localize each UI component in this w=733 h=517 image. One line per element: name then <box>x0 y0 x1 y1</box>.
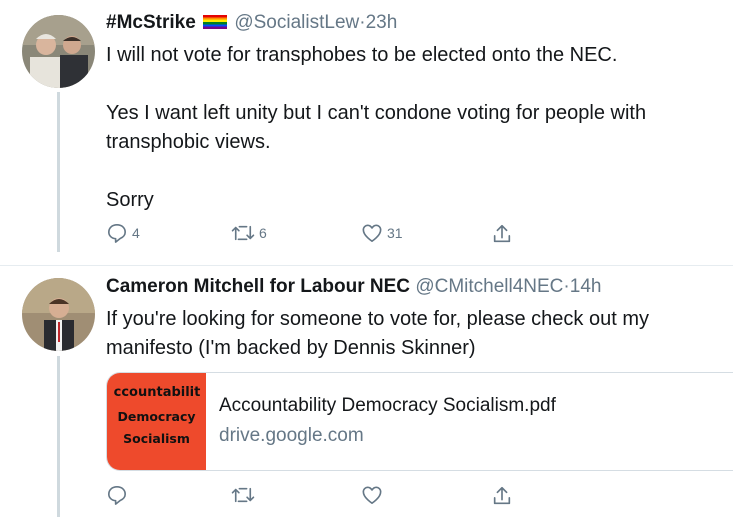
display-name[interactable]: #McStrike <box>106 12 196 33</box>
like-icon <box>362 224 382 242</box>
handle[interactable]: @CMitchell4NEC <box>415 276 563 297</box>
tweet-text: If you're looking for someone to vote fo… <box>106 308 649 359</box>
card-thumbnail: ccountabilit Democracy Socialism <box>107 373 206 470</box>
rainbow-flag-icon <box>203 15 228 29</box>
tweet-actions: 4 6 31 <box>106 223 526 247</box>
card-domain: drive.google.com <box>219 425 364 446</box>
avatar-mcstrike[interactable] <box>22 15 95 88</box>
thread-line <box>57 356 60 517</box>
avatar-cmitchell[interactable] <box>22 278 95 351</box>
share-button[interactable] <box>491 223 513 245</box>
reply-button[interactable] <box>106 485 128 505</box>
link-card[interactable]: ccountabilit Democracy Socialism Account… <box>106 372 733 471</box>
like-button[interactable]: 31 <box>361 223 403 243</box>
display-name[interactable]: Cameron Mitchell for Labour NEC <box>106 276 410 297</box>
thumb-text-line: Democracy <box>117 409 196 424</box>
like-count: 31 <box>387 225 403 241</box>
card-title: Accountability Democracy Socialism.pdf <box>219 395 556 416</box>
tweet-header: #McStrike @SocialistLew·23h <box>106 12 397 34</box>
tweet-divider <box>0 265 733 266</box>
thumb-text-line: ccountabilit <box>113 385 201 400</box>
retweet-count: 6 <box>259 225 267 241</box>
retweet-icon <box>231 225 255 241</box>
thread-line <box>57 92 60 252</box>
share-button[interactable] <box>491 485 513 507</box>
tweet-actions <box>106 485 526 509</box>
reply-icon <box>108 486 126 505</box>
retweet-icon <box>231 487 255 503</box>
share-icon <box>493 224 511 243</box>
timestamp[interactable]: 23h <box>366 12 398 33</box>
retweet-button[interactable]: 6 <box>231 223 267 243</box>
share-icon <box>493 486 511 505</box>
timestamp[interactable]: 14h <box>570 276 602 297</box>
reply-count: 4 <box>132 225 140 241</box>
like-button[interactable] <box>361 485 383 505</box>
reply-button[interactable]: 4 <box>106 223 140 243</box>
reply-icon <box>108 224 126 243</box>
tweet-header: Cameron Mitchell for Labour NEC @CMitche… <box>106 276 601 298</box>
like-icon <box>362 486 382 504</box>
handle[interactable]: @SocialistLew <box>234 12 359 33</box>
retweet-button[interactable] <box>231 485 255 505</box>
thumb-text-line: Socialism <box>123 431 190 446</box>
tweet-text: I will not vote for transphobes to be el… <box>106 44 647 211</box>
